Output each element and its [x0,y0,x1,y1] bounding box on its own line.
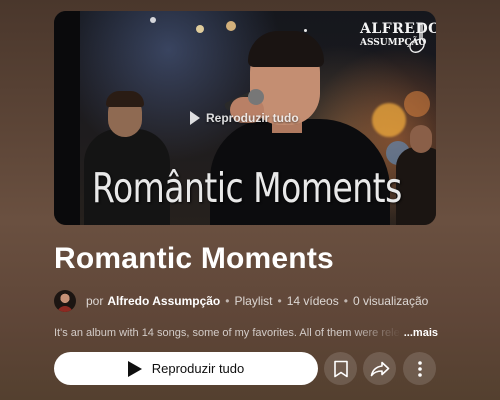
play-icon [190,111,200,125]
thumbnail-shade [54,11,80,225]
artist-logo: ALFREDO ASSUMPÇÃO [360,21,436,65]
avatar[interactable] [54,290,76,312]
meta-separator: • [277,294,282,308]
playlist-meta: por Alfredo Assumpção • Playlist • 14 ví… [54,289,428,313]
bookmark-icon [333,360,348,377]
video-count: 14 vídeos [286,294,339,308]
bokeh-light [150,17,156,23]
guitarist-hair [106,91,144,107]
playlist-thumbnail[interactable]: ALFREDO ASSUMPÇÃO Reproduzir tudo Românt… [54,11,436,225]
bokeh-light [372,103,406,137]
playlist-header: ALFREDO ASSUMPÇÃO Reproduzir tudo Românt… [0,0,500,400]
view-count: 0 visualização [352,294,429,308]
thumbnail-play-overlay[interactable]: Reproduzir tudo [190,108,310,128]
microphone-icon [248,89,264,105]
description-text: It's an album with 14 songs, some of my … [54,327,402,339]
guitar-icon [409,23,425,53]
play-all-label: Reproduzir tudo [151,361,245,376]
musician-figure [396,147,436,225]
share-button[interactable] [363,352,396,385]
more-link[interactable]: ...mais [404,327,438,339]
thumbnail-play-label: Reproduzir tudo [206,111,299,125]
play-all-button[interactable]: Reproduzir tudo [54,352,318,385]
meta-separator: • [225,294,230,308]
singer-hair [248,31,324,67]
bokeh-light [404,91,430,117]
bokeh-light [304,29,307,32]
thumbnail-title-art: Romântic Moments [92,163,402,212]
author-link[interactable]: Alfredo Assumpção [107,294,220,308]
more-actions-button[interactable] [403,352,436,385]
playlist-description[interactable]: It's an album with 14 songs, some of my … [54,327,438,343]
bokeh-light [196,25,204,33]
save-button[interactable] [324,352,357,385]
author-prefix: por [86,294,104,308]
play-icon [127,360,142,377]
playlist-title: Romantic Moments [54,242,334,275]
share-icon [370,361,389,376]
more-vertical-icon [417,360,422,377]
meta-separator: • [343,294,348,308]
bokeh-light [226,21,236,31]
playlist-type: Playlist [234,294,273,308]
musician-head [410,125,432,153]
